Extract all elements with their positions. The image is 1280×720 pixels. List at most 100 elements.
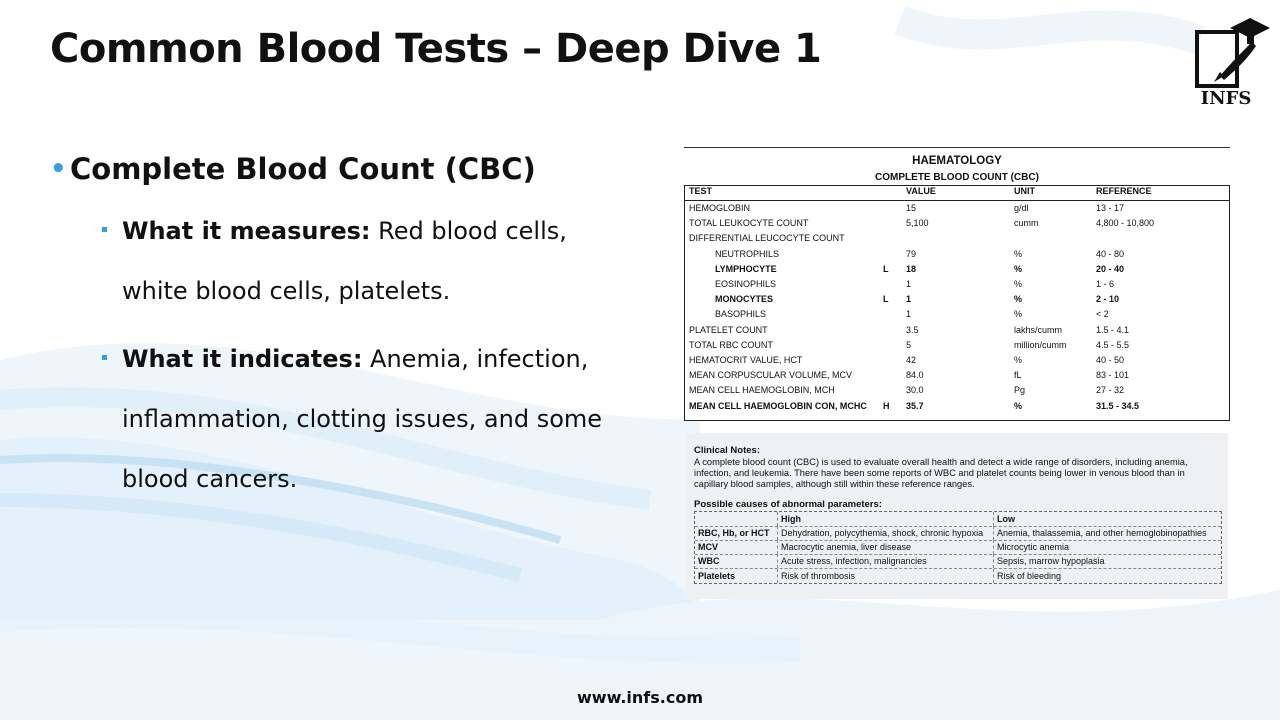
table-row: HEMOGLOBIN 15 g/dl 13 - 17 xyxy=(685,201,1229,216)
table-row: TOTAL LEUKOCYTE COUNT 5,100 cumm 4,800 - 10… xyxy=(685,216,1229,231)
square-bullet-icon xyxy=(102,355,107,360)
slide-title: Common Blood Tests – Deep Dive 1 xyxy=(50,26,822,72)
cell-flag: L xyxy=(883,263,889,274)
cause-param: RBC, Hb, or HCT xyxy=(698,528,770,538)
cause-param: WBC xyxy=(698,556,720,567)
cell-unit: % xyxy=(1014,309,1023,320)
cell-flag: H xyxy=(883,400,890,411)
table-row: MEAN CELL HAEMOGLOBIN, MCH 30.0 Pg 27 - 32 xyxy=(685,383,1229,398)
causes-row: WBC Acute stress, infection, malignancies… xyxy=(695,554,1221,570)
cell-unit: Pg xyxy=(1014,385,1026,396)
cell-reference: 40 - 80 xyxy=(1096,248,1125,259)
causes-row: RBC, Hb, or HCT Dehydration, polycythemia… xyxy=(695,526,1221,541)
table-row: PLATELET COUNT 3.5 lakhs/cumm 1.5 - 4.1 xyxy=(685,323,1229,338)
table-row: MEAN CORPUSCULAR VOLUME, MCV 84.0 fL 83 - 1… xyxy=(685,368,1229,383)
causes-title: Possible causes of abnormal parameters: xyxy=(694,499,882,510)
cause-high: Dehydration, polycythemia, shock, chroni… xyxy=(777,526,990,540)
cell-test: HEMATOCRIT VALUE, HCT xyxy=(689,355,803,365)
table-header: TEST VALUE UNIT REFERENCE xyxy=(685,186,1229,201)
table-row: LYMPHOCYTE L 18% 20 - 40 xyxy=(685,262,1229,277)
cell-reference: 13 - 17 xyxy=(1096,203,1125,213)
cell-unit: % xyxy=(1014,400,1023,411)
cell-test: PLATELET COUNT xyxy=(689,324,768,335)
table-row: TOTAL RBC COUNT 5 million/cumm 4.5 - 5.5 xyxy=(685,338,1229,353)
cell-value: 79 xyxy=(906,248,917,259)
cell-test: MEAN CELL HAEMOGLOBIN CON, MCHC xyxy=(689,400,867,411)
cause-low: Risk of bleeding xyxy=(993,568,1221,583)
cell-reference: 27 - 32 xyxy=(1096,385,1125,396)
cell-test: MEAN CELL HAEMOGLOBIN, MCH xyxy=(689,385,835,396)
cell-value: 35.7 xyxy=(906,400,924,411)
cell-value: 42 xyxy=(906,355,917,365)
cell-unit: cumm xyxy=(1014,218,1039,229)
table-row: EOSINOPHILS 1% 1 - 6 xyxy=(685,277,1229,292)
col-value: VALUE xyxy=(906,186,936,196)
cell-test: BASOPHILS xyxy=(715,309,767,320)
cell-value: 30.0 xyxy=(906,385,924,396)
cause-high: Macrocytic anemia, liver disease xyxy=(777,540,990,555)
cause-low: Anemia, thalassemia, and other hemoglobi… xyxy=(993,526,1221,540)
cell-value: 1 xyxy=(906,279,912,289)
cell-test: DIFFERENTIAL LEUCOCYTE COUNT xyxy=(689,233,845,244)
cell-value: 84.0 xyxy=(906,370,924,381)
cell-unit: % xyxy=(1014,279,1023,289)
cell-test: NEUTROPHILS xyxy=(715,248,780,259)
col-unit: UNIT xyxy=(1014,186,1035,196)
bullet-heading: • Complete Blood Count (CBC) xyxy=(50,145,640,193)
cell-unit: million/cumm xyxy=(1014,339,1067,350)
clinical-notes: Clinical Notes: A complete blood count (… xyxy=(686,433,1228,599)
cell-unit: % xyxy=(1014,294,1023,305)
table-row: NEUTROPHILS 79% 40 - 80 xyxy=(685,247,1229,262)
cell-value: 3.5 xyxy=(906,324,919,335)
cell-value: 1 xyxy=(906,294,912,305)
report-section-title: HAEMATOLOGY xyxy=(912,155,1002,167)
cell-reference: 4,800 - 10,800 xyxy=(1096,218,1155,229)
cell-test: TOTAL RBC COUNT xyxy=(689,339,773,350)
cell-reference: 40 - 50 xyxy=(1096,355,1125,365)
cell-unit: % xyxy=(1014,263,1023,274)
cell-test: MONOCYTES xyxy=(715,294,774,305)
cell-unit: lakhs/cumm xyxy=(1014,324,1063,335)
cause-param: MCV xyxy=(698,542,718,553)
cell-unit: % xyxy=(1014,355,1023,365)
table-row: MONOCYTES L 1% 2 - 10 xyxy=(685,292,1229,307)
cause-low: Microcytic anemia xyxy=(993,540,1221,555)
causes-header-low: Low xyxy=(993,512,1221,526)
cbc-report-image: HAEMATOLOGY COMPLETE BLOOD COUNT (CBC) T… xyxy=(684,133,1230,611)
cell-unit: % xyxy=(1014,248,1023,259)
bullet-dot-icon: • xyxy=(50,154,67,184)
causes-table: High Low RBC, Hb, or HCT Dehydration, pol… xyxy=(694,511,1222,584)
sub-bullet-label: What it indicates: xyxy=(122,345,363,373)
lab-results-table: TEST VALUE UNIT REFERENCE HEMOGLOBIN 15 g/… xyxy=(684,185,1230,421)
cell-test: LYMPHOCYTE xyxy=(715,263,777,274)
report-subtitle: COMPLETE BLOOD COUNT (CBC) xyxy=(875,172,1039,183)
cell-test: EOSINOPHILS xyxy=(715,279,777,289)
cell-test: TOTAL LEUKOCYTE COUNT xyxy=(689,218,809,229)
cell-value: 1 xyxy=(906,309,912,320)
footer-url: www.infs.com xyxy=(577,688,703,707)
cell-reference: 1 - 6 xyxy=(1096,279,1115,289)
cell-flag: L xyxy=(883,294,889,305)
cell-unit: fL xyxy=(1014,370,1022,381)
bullet-heading-text: Complete Blood Count (CBC) xyxy=(70,152,536,186)
cell-reference: 83 - 101 xyxy=(1096,370,1130,381)
cell-reference: 20 - 40 xyxy=(1096,263,1125,274)
causes-header: High Low xyxy=(695,512,1221,527)
causes-row: Platelets Risk of thrombosis Risk of bleed… xyxy=(695,568,1221,583)
cell-reference: 4.5 - 5.5 xyxy=(1096,339,1130,350)
cell-unit: g/dl xyxy=(1014,203,1029,213)
cell-reference: 2 - 10 xyxy=(1096,294,1120,305)
cell-value: 15 xyxy=(906,203,917,213)
col-test: TEST xyxy=(689,186,713,196)
causes-header-high: High xyxy=(777,512,990,526)
cause-high: Risk of thrombosis xyxy=(777,568,990,583)
sub-bullet-label: What it measures: xyxy=(122,217,371,245)
table-row: MEAN CELL HAEMOGLOBIN CON, MCHC H 35.7% 31.… xyxy=(685,399,1229,414)
clinical-notes-title: Clinical Notes: xyxy=(694,445,760,456)
report-top-rule xyxy=(684,147,1230,148)
col-reference: REFERENCE xyxy=(1096,186,1152,196)
cell-reference: < 2 xyxy=(1096,309,1109,320)
cell-test: HEMOGLOBIN xyxy=(689,203,751,213)
causes-row: MCV Macrocytic anemia, liver disease Micro… xyxy=(695,540,1221,556)
sub-bullet-indicates: What it indicates: Anemia, infection, in… xyxy=(102,329,640,509)
